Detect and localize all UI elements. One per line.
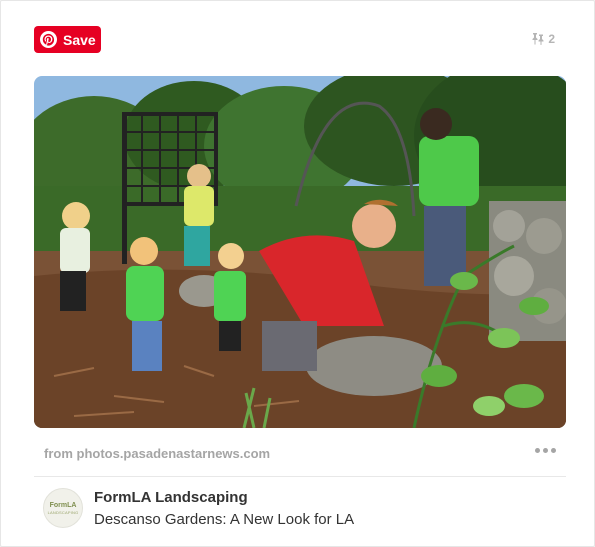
more-options-icon[interactable]	[535, 448, 556, 453]
source-link[interactable]: from photos.pasadenastarnews.com	[44, 446, 270, 461]
pin-image[interactable]	[34, 76, 566, 428]
pin-card: Save 2 from photos.pasadenastarnews.com …	[0, 0, 595, 547]
avatar-subbrand: LANDSCAPING	[47, 509, 79, 515]
pin-title[interactable]: Descanso Gardens: A New Look for LA	[94, 511, 354, 528]
avatar-brand: FormLA	[49, 501, 77, 509]
author-name[interactable]: FormLA Landscaping	[94, 489, 248, 506]
pinterest-logo-icon	[40, 31, 57, 48]
save-button[interactable]: Save	[34, 26, 101, 53]
pin-count-value: 2	[548, 32, 555, 46]
avatar[interactable]: FormLA LANDSCAPING	[43, 488, 83, 528]
repin-count: 2	[531, 32, 555, 46]
garden-photo	[34, 76, 566, 428]
pin-count-icon	[532, 33, 544, 45]
divider	[34, 476, 566, 477]
save-button-label: Save	[63, 31, 96, 48]
